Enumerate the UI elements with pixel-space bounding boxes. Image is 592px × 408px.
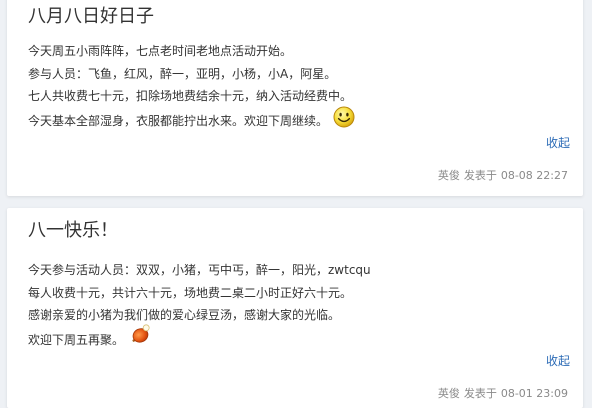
post-line: 感谢亲爱的小猪为我们做的爱心绿豆汤，感谢大家的光临。 — [28, 308, 341, 322]
post-date: 08-01 23:09 — [500, 387, 568, 400]
posted-label: 发表于 — [463, 387, 497, 400]
post-title: 八一快乐！ — [28, 220, 118, 241]
post-card: 八一快乐！ 今天参与活动人员：双双，小猪，丐中丐，醉一，阳光，zwtcqu 每人… — [7, 208, 583, 408]
post-meta: 英俊 发表于 08-08 22:27 — [438, 167, 568, 183]
post-line: 每人收费十元，共计六十元，场地费二桌二小时正好六十元。 — [28, 285, 353, 300]
post-line-text: 今天基本全部湿身，衣服都能拧出水来。欢迎下周继续。 — [28, 113, 329, 128]
post-title: 八月八日好日子 — [28, 6, 154, 27]
author-name[interactable]: 英俊 — [438, 169, 460, 182]
collapse-link[interactable]: 收起 — [546, 134, 570, 151]
post-line: 今天参与活动人员：双双，小猪，丐中丐，醉一，阳光，zwtcqu — [28, 263, 371, 277]
smile-icon — [333, 106, 355, 128]
pingpong-icon — [129, 323, 151, 345]
post-line: 参与人员：飞鱼，红风，醉一，亚明，小杨，小A，阿星。 — [28, 66, 337, 81]
author-name[interactable]: 英俊 — [438, 387, 460, 400]
post-line-last: 欢迎下周五再聚。 — [28, 324, 371, 353]
post-line-last: 今天基本全部湿身，衣服都能拧出水来。欢迎下周继续。 — [28, 106, 355, 134]
post-body: 今天参与活动人员：双双，小猪，丐中丐，醉一，阳光，zwtcqu 每人收费十元，共… — [28, 259, 371, 353]
post-line-text: 欢迎下周五再聚。 — [28, 332, 125, 347]
collapse-link[interactable]: 收起 — [546, 352, 570, 369]
post-body: 今天周五小雨阵阵，七点老时间老地点活动开始。 参与人员：飞鱼，红风，醉一，亚明，… — [28, 40, 355, 134]
post-line: 七人共收费七十元，扣除场地费结余十元，纳入活动经费中。 — [28, 89, 353, 103]
post-date: 08-08 22:27 — [500, 169, 568, 182]
post-line: 今天周五小雨阵阵，七点老时间老地点活动开始。 — [28, 44, 293, 58]
post-meta: 英俊 发表于 08-01 23:09 — [438, 385, 568, 401]
post-card: 八月八日好日子 今天周五小雨阵阵，七点老时间老地点活动开始。 参与人员：飞鱼，红… — [7, 0, 583, 196]
posted-label: 发表于 — [463, 169, 497, 182]
